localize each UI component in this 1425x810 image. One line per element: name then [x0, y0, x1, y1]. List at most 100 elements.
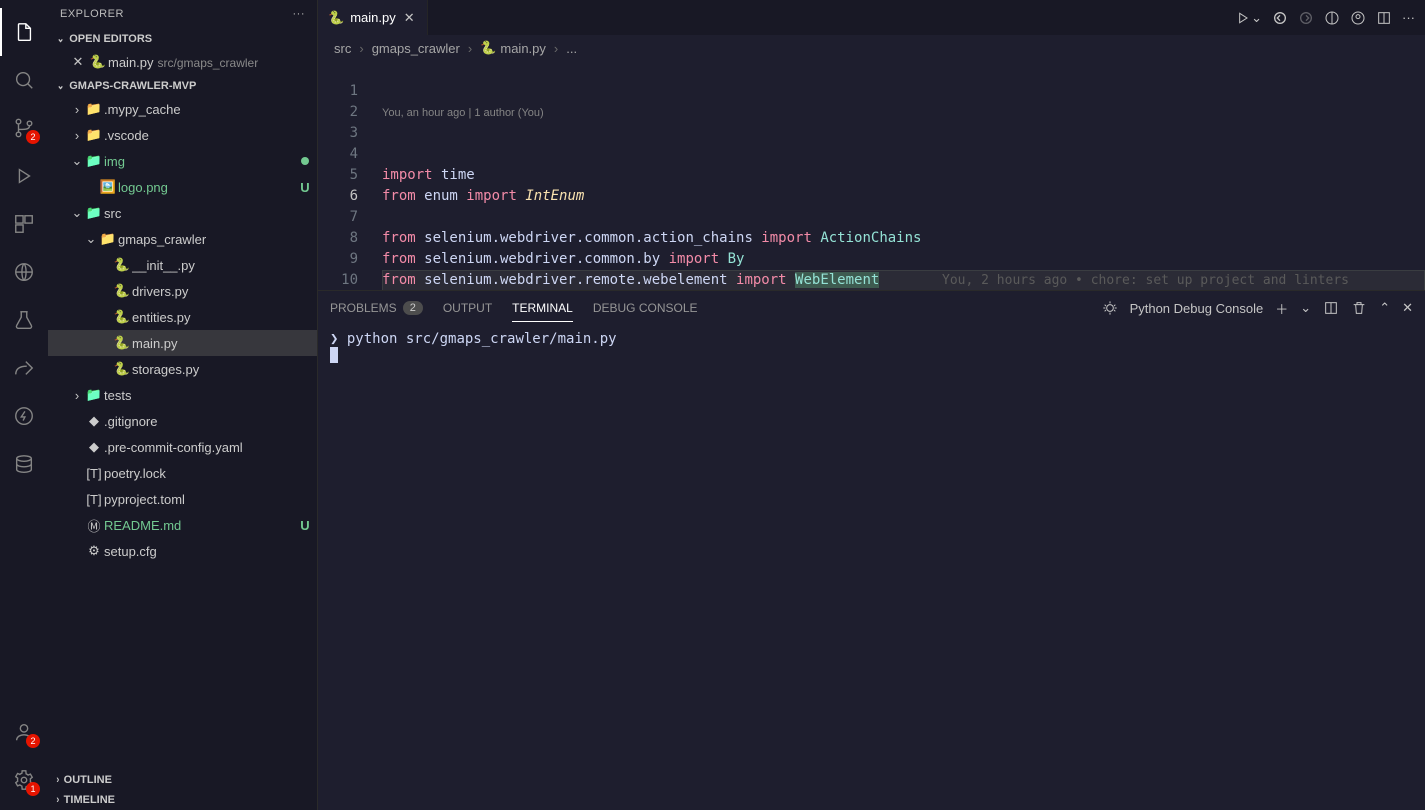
python-icon: 🐍	[112, 335, 132, 351]
tree-item[interactable]: ›📁.vscode	[48, 122, 317, 148]
search-icon	[13, 69, 35, 91]
open-editor-item[interactable]: ✕ 🐍 main.pysrc/gmaps_crawler	[48, 49, 317, 75]
tree-item[interactable]: ⌄📁img	[48, 148, 317, 174]
tabs-bar: 🐍 main.py ✕ ⌄ ···	[318, 0, 1425, 35]
more-icon[interactable]: ···	[1402, 10, 1415, 25]
terminal-content[interactable]: ❯ python src/gmaps_crawler/main.py	[318, 325, 1425, 810]
terminal-selector[interactable]: Python Debug Console	[1130, 301, 1264, 316]
activity-scm[interactable]: 2	[0, 104, 48, 152]
tree-item[interactable]: ◆.pre-commit-config.yaml	[48, 434, 317, 460]
tree-item[interactable]: 🐍__init__.py	[48, 252, 317, 278]
line-number: 7	[318, 207, 358, 228]
folder-img-icon: 📁	[84, 153, 104, 169]
tree-item[interactable]: ⌄📁src	[48, 200, 317, 226]
tree-item[interactable]: 🐍storages.py	[48, 356, 317, 382]
run-dropdown-icon[interactable]: ⌄	[1235, 10, 1262, 26]
chevron-right-icon	[56, 794, 60, 806]
code-line[interactable]: from selenium.webdriver.remote.webelemen…	[382, 270, 1425, 290]
go-back-icon[interactable]	[1272, 10, 1288, 26]
line-number: 3	[318, 123, 358, 144]
tree-label: logo.png	[118, 180, 293, 195]
code-content[interactable]: You, an hour ago | 1 author (You) import…	[382, 61, 1425, 290]
modified-dot	[293, 157, 317, 165]
code-line[interactable]: import time	[382, 165, 1425, 186]
text-icon: [T]	[84, 466, 104, 481]
open-editors-header[interactable]: OPEN EDITORS	[48, 28, 317, 49]
user-icon[interactable]	[1350, 10, 1366, 26]
chevron-right-icon: ›	[70, 128, 84, 143]
line-number: 6	[318, 186, 358, 207]
editor-tab-main[interactable]: 🐍 main.py ✕	[318, 0, 428, 35]
project-header[interactable]: GMAPS-CRAWLER-MVP	[48, 75, 317, 96]
tree-item[interactable]: ›📁.mypy_cache	[48, 96, 317, 122]
line-number: 8	[318, 228, 358, 249]
timeline-header[interactable]: TIMELINE	[48, 790, 317, 810]
tab-close-button[interactable]: ✕	[402, 8, 417, 28]
codelens[interactable]: You, an hour ago | 1 author (You)	[382, 103, 1425, 123]
tree-item[interactable]: ⚙setup.cfg	[48, 538, 317, 564]
tree-label: src	[104, 206, 317, 221]
new-terminal-button[interactable]: ＋	[1275, 299, 1288, 318]
activity-run[interactable]	[0, 152, 48, 200]
tree-label: setup.cfg	[104, 544, 317, 559]
activity-db[interactable]	[0, 440, 48, 488]
tree-item[interactable]: 🖼️logo.pngU	[48, 174, 317, 200]
breadcrumb-item[interactable]: src	[334, 41, 351, 56]
tree-item[interactable]: ⓂREADME.mdU	[48, 512, 317, 538]
play-bug-icon	[13, 165, 35, 187]
tree-item[interactable]: 🐍drivers.py	[48, 278, 317, 304]
breadcrumb-item[interactable]: ...	[566, 41, 577, 56]
activity-thunder[interactable]	[0, 392, 48, 440]
tab-problems[interactable]: PROBLEMS 2	[330, 295, 423, 321]
tree-item[interactable]: [T]pyproject.toml	[48, 486, 317, 512]
tree-item[interactable]: 🐍main.py	[48, 330, 317, 356]
tree-label: README.md	[104, 518, 293, 533]
chevron-up-icon[interactable]: ⌃	[1379, 300, 1390, 316]
activity-accounts[interactable]: 2	[0, 708, 48, 756]
breadcrumb-item[interactable]: gmaps_crawler	[372, 41, 460, 56]
activity-search[interactable]	[0, 56, 48, 104]
file-tree: ›📁.mypy_cache›📁.vscode⌄📁img🖼️logo.pngU⌄📁…	[48, 96, 317, 564]
chevron-down-icon[interactable]: ⌄	[1300, 300, 1311, 316]
activity-remote[interactable]	[0, 248, 48, 296]
python-icon: 🐍	[88, 54, 108, 70]
split-editor-icon[interactable]	[1376, 10, 1392, 26]
tree-label: poetry.lock	[104, 466, 317, 481]
code-line[interactable]: from selenium.webdriver.common.action_ch…	[382, 228, 1425, 249]
python-icon: 🐍	[480, 40, 496, 56]
go-forward-icon[interactable]	[1298, 10, 1314, 26]
code-editor[interactable]: 12345678910 You, an hour ago | 1 author …	[318, 61, 1425, 290]
tab-label: main.py	[350, 10, 396, 25]
breadcrumbs[interactable]: src› gmaps_crawler› 🐍 main.py› ...	[318, 35, 1425, 61]
activity-test[interactable]	[0, 296, 48, 344]
code-line[interactable]: from enum import IntEnum	[382, 186, 1425, 207]
accounts-badge: 2	[26, 734, 40, 748]
text-icon: [T]	[84, 492, 104, 507]
breadcrumb-item[interactable]: main.py	[500, 41, 546, 56]
tree-item[interactable]: ⌄📁gmaps_crawler	[48, 226, 317, 252]
chevron-down-icon	[56, 79, 65, 92]
tab-debug-console[interactable]: DEBUG CONSOLE	[593, 295, 698, 321]
tree-item[interactable]: [T]poetry.lock	[48, 460, 317, 486]
diff-icon[interactable]	[1324, 10, 1340, 26]
activity-extensions[interactable]	[0, 200, 48, 248]
tree-item[interactable]: ›📁tests	[48, 382, 317, 408]
code-line[interactable]	[382, 207, 1425, 228]
activity-explorer[interactable]	[0, 8, 48, 56]
git-icon: ◆	[84, 413, 104, 429]
activity-share[interactable]	[0, 344, 48, 392]
outline-header[interactable]: OUTLINE	[48, 770, 317, 790]
close-panel-icon[interactable]: ✕	[1402, 300, 1413, 316]
tab-output[interactable]: OUTPUT	[443, 295, 492, 321]
close-icon[interactable]: ✕	[68, 54, 88, 70]
tree-item[interactable]: 🐍entities.py	[48, 304, 317, 330]
code-line[interactable]: from selenium.webdriver.common.by import…	[382, 249, 1425, 270]
activity-settings[interactable]: 1	[0, 756, 48, 804]
split-terminal-icon[interactable]	[1323, 300, 1339, 316]
tree-item[interactable]: ◆.gitignore	[48, 408, 317, 434]
python-icon: 🐍	[328, 10, 344, 26]
more-icon[interactable]: ···	[293, 8, 306, 20]
debug-icon[interactable]	[1102, 300, 1118, 316]
trash-icon[interactable]	[1351, 300, 1367, 316]
tab-terminal[interactable]: TERMINAL	[512, 295, 573, 322]
